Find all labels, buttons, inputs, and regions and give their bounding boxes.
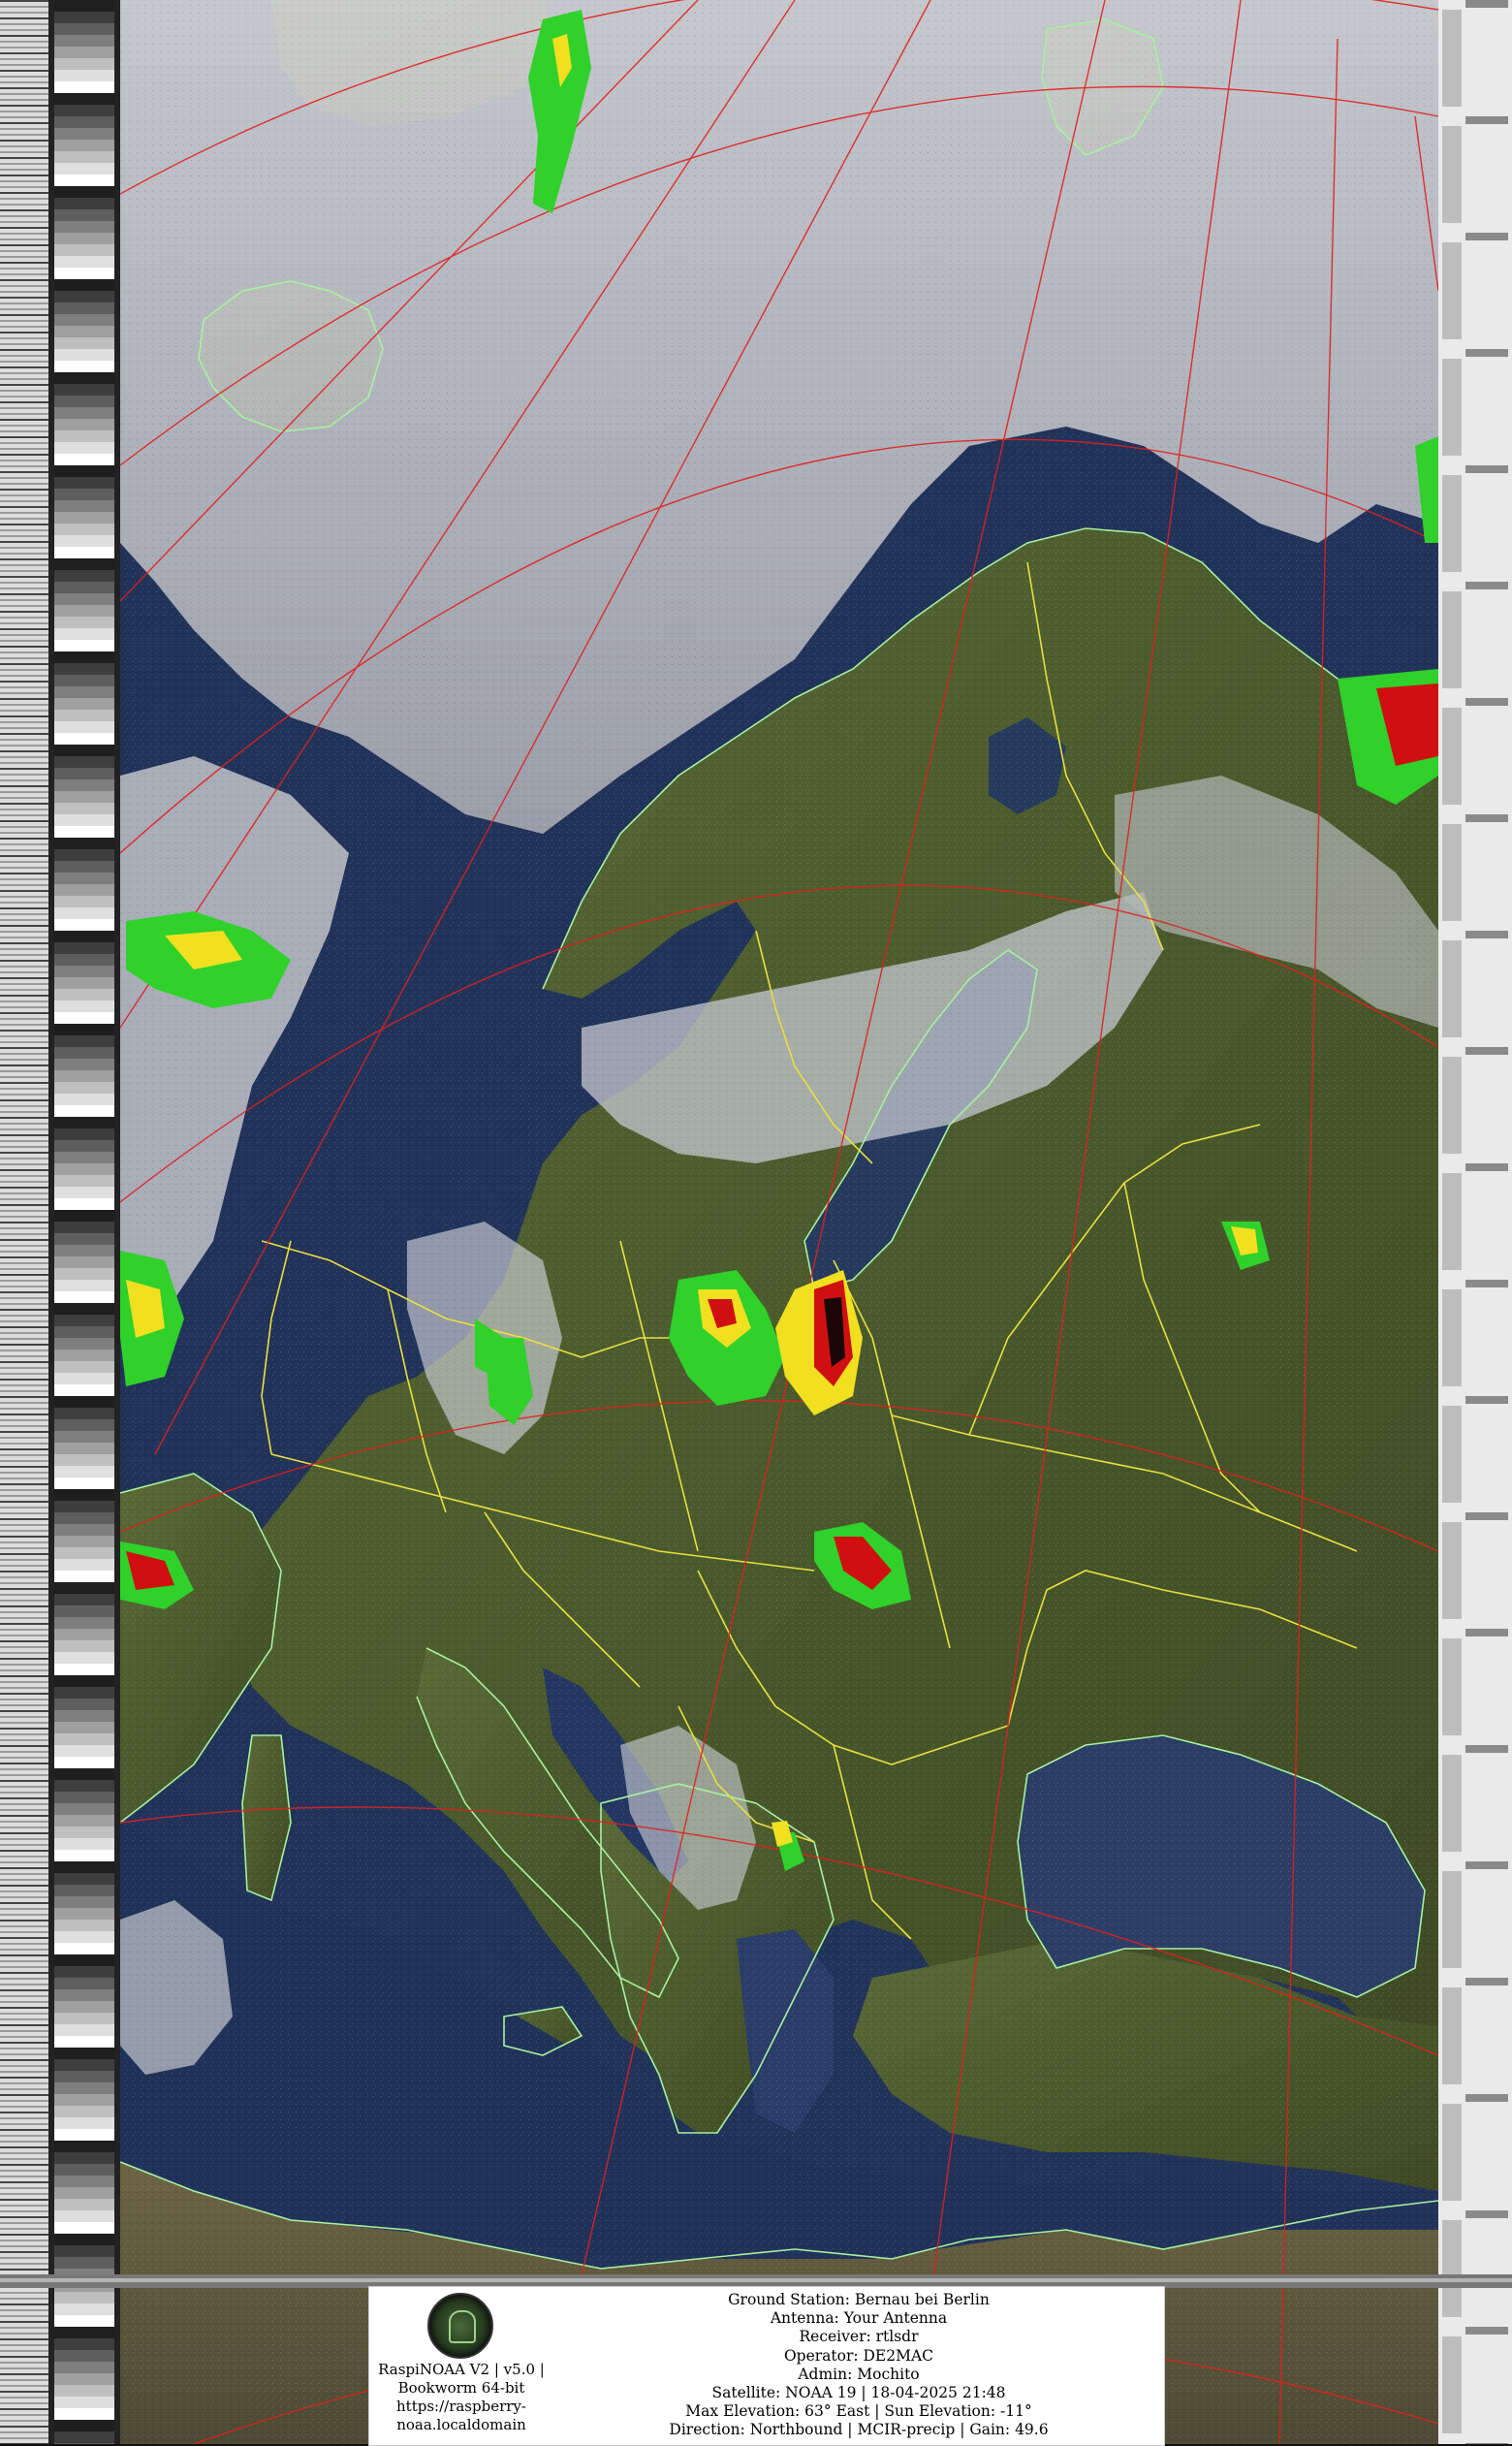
left-telemetry-bar — [0, 0, 120, 2444]
caption-line: Bookworm 64-bit — [397, 2379, 525, 2397]
map-area — [120, 0, 1438, 2444]
raspinoaa-logo-icon — [427, 2293, 493, 2359]
operator-text: Operator: DE2MAC — [783, 2346, 934, 2365]
direction-text: Direction: Northbound | MCIR-precip | Ga… — [669, 2421, 1049, 2439]
pass-info-caption: Ground Station: Bernau bei Berlin Antenn… — [553, 2291, 1164, 2440]
caption-line: https://raspberry- — [396, 2398, 526, 2415]
admin-text: Admin: Mochito — [798, 2365, 920, 2383]
antenna-text: Antenna: Your Antenna — [770, 2309, 948, 2328]
satellite-image: RaspiNOAA V2 | v5.0 | Bookworm 64-bit ht… — [0, 0, 1512, 2446]
ground-station-text: Ground Station: Bernau bei Berlin — [728, 2291, 990, 2308]
caption-line: noaa.localdomain — [396, 2416, 526, 2433]
caption-panel: RaspiNOAA V2 | v5.0 | Bookworm 64-bit ht… — [368, 2286, 1165, 2446]
receiver-text: Receiver: rtlsdr — [799, 2328, 919, 2346]
software-caption: RaspiNOAA V2 | v5.0 | Bookworm 64-bit ht… — [369, 2361, 553, 2434]
caption-line: RaspiNOAA V2 | v5.0 | — [378, 2361, 545, 2378]
satellite-text: Satellite: NOAA 19 | 18-04-2025 21:48 — [711, 2384, 1006, 2402]
right-telemetry-bar — [1438, 0, 1512, 2444]
elevation-text: Max Elevation: 63° East | Sun Elevation:… — [685, 2402, 1032, 2421]
